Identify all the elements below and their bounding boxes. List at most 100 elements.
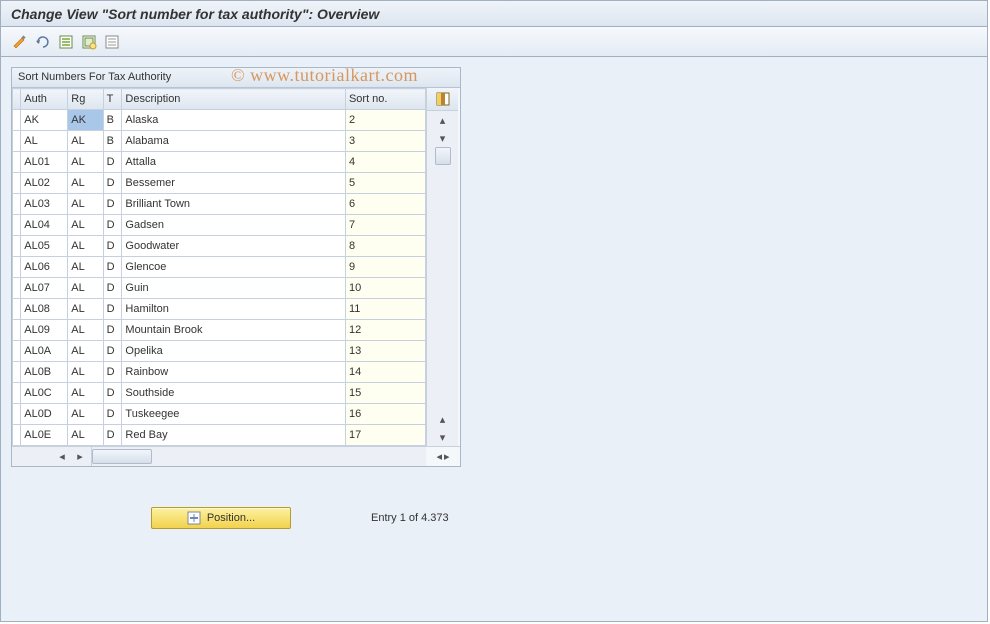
hscroll-thumb[interactable]	[92, 449, 152, 464]
cell-auth[interactable]: AL09	[21, 320, 68, 341]
cell-t[interactable]: D	[103, 404, 122, 425]
cell-rg[interactable]: AL	[68, 404, 103, 425]
table-row[interactable]: AL06ALDGlencoe9	[13, 257, 426, 278]
cell-sort-no[interactable]: 17	[345, 425, 425, 446]
cell-description[interactable]: Hamilton	[122, 299, 346, 320]
cell-t[interactable]: D	[103, 425, 122, 446]
cell-t[interactable]: D	[103, 173, 122, 194]
cell-rg[interactable]: AL	[68, 362, 103, 383]
cell-sort-no[interactable]: 4	[345, 152, 425, 173]
cell-rg[interactable]: AL	[68, 299, 103, 320]
cell-auth[interactable]: AL0E	[21, 425, 68, 446]
table-row[interactable]: AL08ALDHamilton11	[13, 299, 426, 320]
cell-description[interactable]: Attalla	[122, 152, 346, 173]
cell-rg[interactable]: AL	[68, 173, 103, 194]
row-selector[interactable]	[13, 320, 21, 341]
cell-auth[interactable]: AL07	[21, 278, 68, 299]
cell-rg[interactable]: AL	[68, 152, 103, 173]
cell-description[interactable]: Glencoe	[122, 257, 346, 278]
hscroll-track[interactable]	[92, 447, 426, 466]
cell-sort-no[interactable]: 8	[345, 236, 425, 257]
hscroll-right-lead-icon[interactable]: ▸	[71, 450, 89, 463]
cell-rg[interactable]: AL	[68, 425, 103, 446]
cell-auth[interactable]: AL0A	[21, 341, 68, 362]
table-row[interactable]: AL09ALDMountain Brook12	[13, 320, 426, 341]
cell-sort-no[interactable]: 16	[345, 404, 425, 425]
cell-auth[interactable]: AL03	[21, 194, 68, 215]
row-selector[interactable]	[13, 257, 21, 278]
cell-rg[interactable]: AL	[68, 194, 103, 215]
cell-description[interactable]: Alaska	[122, 110, 346, 131]
cell-t[interactable]: D	[103, 320, 122, 341]
deselect-all-icon[interactable]	[101, 31, 123, 53]
table-row[interactable]: ALALBAlabama3	[13, 131, 426, 152]
table-row[interactable]: AL0AALDOpelika13	[13, 341, 426, 362]
cell-sort-no[interactable]: 6	[345, 194, 425, 215]
col-header-sort[interactable]: Sort no.	[345, 89, 425, 110]
table-row[interactable]: AKAKBAlaska2	[13, 110, 426, 131]
cell-t[interactable]: D	[103, 236, 122, 257]
hscroll-right-end-icon[interactable]: ▸	[444, 450, 450, 463]
cell-rg[interactable]: AL	[68, 215, 103, 236]
cell-auth[interactable]: AL06	[21, 257, 68, 278]
cell-description[interactable]: Guin	[122, 278, 346, 299]
cell-description[interactable]: Rainbow	[122, 362, 346, 383]
scroll-up-icon[interactable]: ▴	[427, 111, 458, 129]
cell-t[interactable]: B	[103, 110, 122, 131]
cell-sort-no[interactable]: 13	[345, 341, 425, 362]
select-block-icon[interactable]	[78, 31, 100, 53]
row-selector[interactable]	[13, 110, 21, 131]
cell-rg[interactable]: AL	[68, 320, 103, 341]
cell-description[interactable]: Southside	[122, 383, 346, 404]
table-row[interactable]: AL04ALDGadsen7	[13, 215, 426, 236]
cell-description[interactable]: Red Bay	[122, 425, 346, 446]
cell-auth[interactable]: AK	[21, 110, 68, 131]
cell-t[interactable]: D	[103, 215, 122, 236]
cell-rg[interactable]: AL	[68, 236, 103, 257]
row-selector[interactable]	[13, 152, 21, 173]
cell-auth[interactable]: AL04	[21, 215, 68, 236]
col-header-rg[interactable]: Rg	[68, 89, 103, 110]
cell-auth[interactable]: AL0D	[21, 404, 68, 425]
row-selector[interactable]	[13, 383, 21, 404]
cell-auth[interactable]: AL01	[21, 152, 68, 173]
cell-sort-no[interactable]: 14	[345, 362, 425, 383]
cell-auth[interactable]: AL0B	[21, 362, 68, 383]
table-row[interactable]: AL07ALDGuin10	[13, 278, 426, 299]
cell-t[interactable]: D	[103, 341, 122, 362]
cell-sort-no[interactable]: 10	[345, 278, 425, 299]
cell-sort-no[interactable]: 9	[345, 257, 425, 278]
cell-description[interactable]: Bessemer	[122, 173, 346, 194]
row-selector[interactable]	[13, 341, 21, 362]
cell-rg[interactable]: AK	[68, 110, 103, 131]
col-header-t[interactable]: T	[103, 89, 122, 110]
hscroll-left-end-icon[interactable]: ◂	[436, 450, 442, 463]
scroll-track[interactable]	[427, 147, 458, 410]
scroll-down-small-icon[interactable]: ▾	[427, 129, 458, 147]
cell-sort-no[interactable]: 11	[345, 299, 425, 320]
cell-auth[interactable]: AL0C	[21, 383, 68, 404]
cell-description[interactable]: Gadsen	[122, 215, 346, 236]
table-row[interactable]: AL0EALDRed Bay17	[13, 425, 426, 446]
cell-t[interactable]: B	[103, 131, 122, 152]
vertical-scrollbar[interactable]: ▴ ▾ ▴ ▾	[427, 111, 458, 446]
horizontal-scrollbar[interactable]: ◂ ▸ ◂ ▸	[12, 446, 460, 466]
cell-rg[interactable]: AL	[68, 257, 103, 278]
cell-description[interactable]: Goodwater	[122, 236, 346, 257]
cell-auth[interactable]: AL05	[21, 236, 68, 257]
cell-rg[interactable]: AL	[68, 278, 103, 299]
scroll-thumb[interactable]	[435, 147, 451, 165]
toggle-display-change-icon[interactable]	[9, 31, 31, 53]
cell-description[interactable]: Brilliant Town	[122, 194, 346, 215]
cell-t[interactable]: D	[103, 383, 122, 404]
table-row[interactable]: AL05ALDGoodwater8	[13, 236, 426, 257]
cell-sort-no[interactable]: 3	[345, 131, 425, 152]
cell-auth[interactable]: AL02	[21, 173, 68, 194]
cell-t[interactable]: D	[103, 194, 122, 215]
cell-description[interactable]: Mountain Brook	[122, 320, 346, 341]
cell-t[interactable]: D	[103, 278, 122, 299]
row-selector[interactable]	[13, 215, 21, 236]
row-selector-header[interactable]	[13, 89, 21, 110]
cell-description[interactable]: Tuskeegee	[122, 404, 346, 425]
cell-t[interactable]: D	[103, 152, 122, 173]
